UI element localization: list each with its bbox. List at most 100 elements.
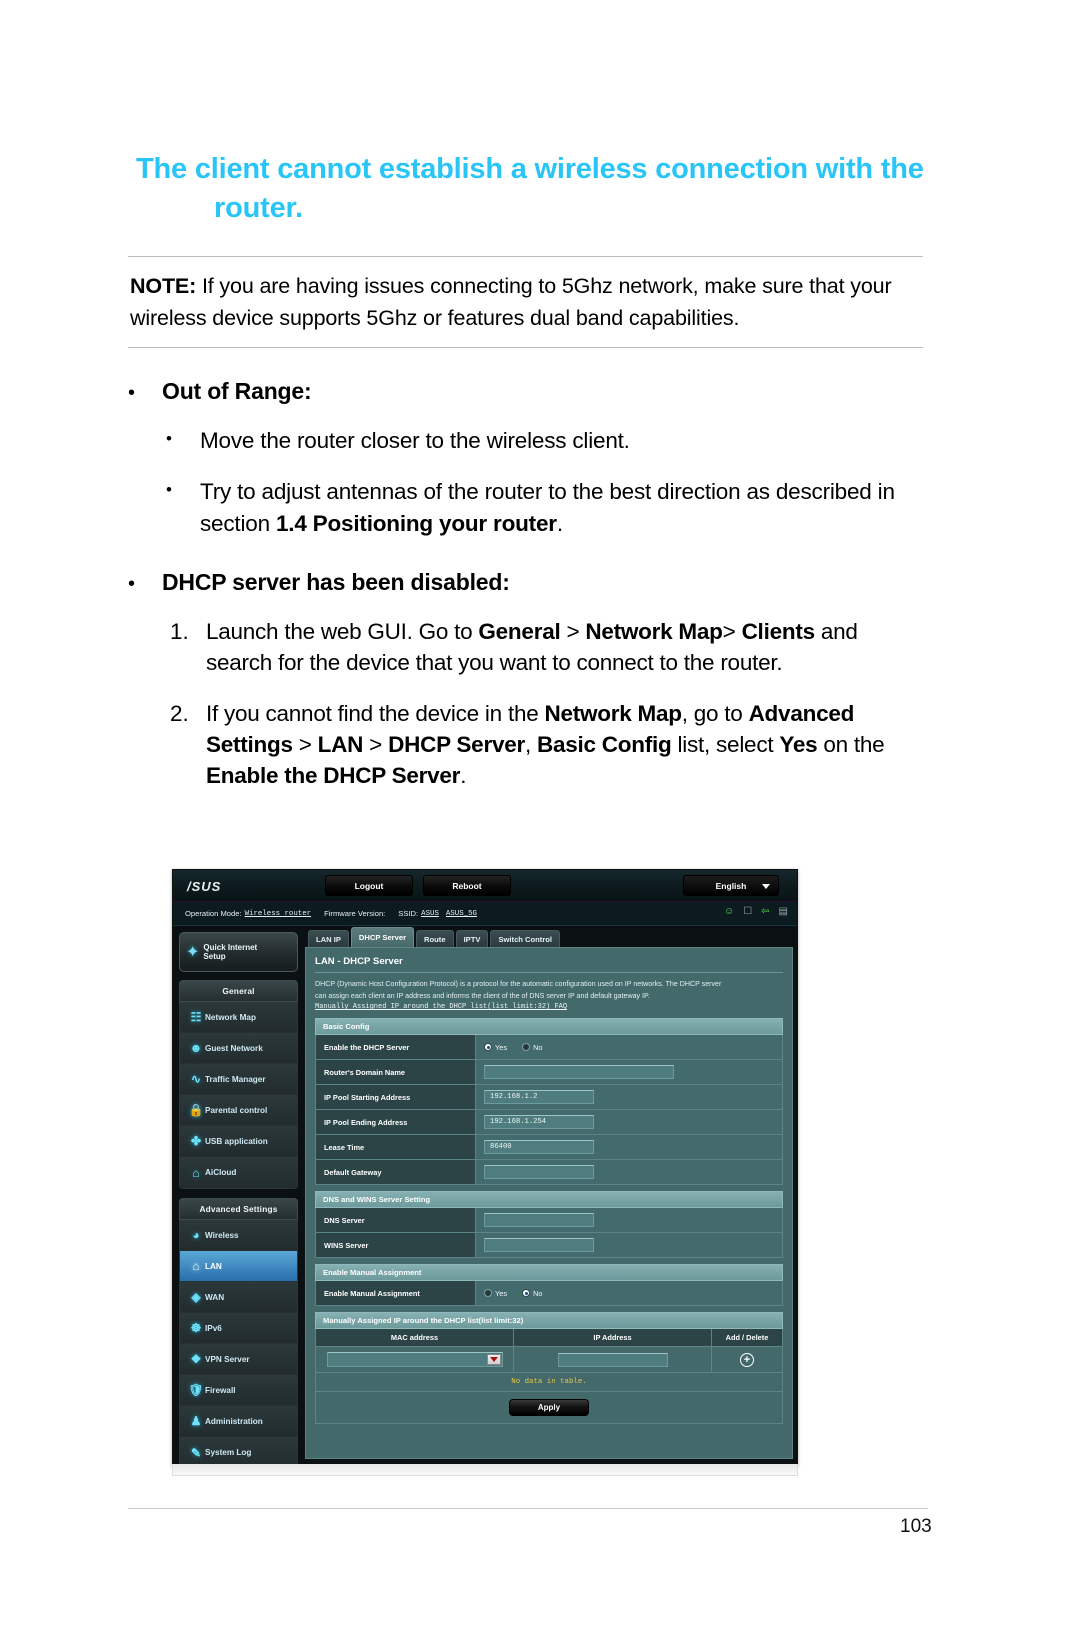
bullet-out-of-range-label: Out of Range: — [162, 377, 312, 404]
column-header-add-delete: Add / Delete — [725, 1333, 769, 1343]
chevron-down-icon[interactable] — [486, 1354, 501, 1366]
apply-button[interactable]: Apply — [509, 1399, 589, 1417]
divider-bottom — [128, 346, 923, 348]
ip-address-input[interactable] — [557, 1352, 668, 1367]
routers-domain-name-input[interactable] — [484, 1065, 674, 1080]
field-value: Yes No — [476, 1281, 782, 1306]
sidebar-item-system-log[interactable]: ✎ System Log — [180, 1437, 297, 1465]
sidebar-item-vpn-server[interactable]: ❖ VPN Server — [180, 1344, 297, 1375]
tab-iptv[interactable]: IPTV — [455, 930, 489, 947]
numbered-step-2: 2. If you cannot find the device in the … — [128, 698, 928, 791]
sidebar-item-label: Parental control — [205, 1105, 268, 1115]
traffic-manager-icon: ∿ — [190, 1072, 202, 1086]
column-header-ip-address: IP Address — [514, 1329, 712, 1347]
sidebar-item-usb-application[interactable]: ✤ USB application — [180, 1126, 297, 1157]
sidebar-item-label: Network Map — [205, 1012, 256, 1022]
ip-pool-starting-address-input[interactable]: 192.168.1.2 — [484, 1090, 594, 1105]
sidebar-item-lan[interactable]: ⌂ LAN — [180, 1251, 297, 1282]
sidebar-item-guest-network[interactable]: ☻ Guest Network — [180, 1033, 297, 1064]
radio-label: Yes — [495, 1042, 508, 1052]
lease-time-input[interactable]: 86400 — [484, 1140, 594, 1155]
magic-wand-icon: ✦ — [186, 944, 200, 961]
sidebar-item-wireless[interactable]: ◕ Wireless — [180, 1220, 297, 1251]
mac-address-cell — [316, 1347, 514, 1373]
tab-lan-ip[interactable]: LAN IP — [308, 930, 349, 947]
add-delete-cell: + — [712, 1347, 782, 1372]
operation-mode-value[interactable]: Wireless router — [245, 910, 312, 918]
radio-dot-icon — [484, 1289, 492, 1298]
radio-manual-assignment-yes[interactable]: Yes — [484, 1289, 507, 1298]
tab-route[interactable]: Route — [416, 930, 454, 947]
radio-enable-dhcp-yes[interactable]: Yes — [484, 1043, 507, 1052]
note-block: NOTE: If you are having issues connectin… — [130, 271, 900, 335]
radio-label: No — [533, 1288, 543, 1298]
panel-title: LAN - DHCP Server — [315, 956, 403, 967]
aicloud-icon: ⌂ — [192, 1165, 200, 1180]
field-label: IP Pool Starting Address — [316, 1085, 476, 1110]
sidebar-item-label: IPv6 — [205, 1323, 222, 1333]
radio-enable-dhcp-no[interactable]: No — [522, 1043, 543, 1052]
field-label: Router's Domain Name — [316, 1060, 476, 1085]
router-topbar: /SUS Logout Reboot English — [173, 870, 797, 902]
sub-bullet-move-router-text: Move the router closer to the wireless c… — [200, 427, 630, 453]
parental-control-icon: 🔒 — [188, 1103, 204, 1117]
sidebar-item-firewall[interactable]: 🛡 Firewall — [180, 1375, 297, 1406]
sub-bullet-marker-icon: • — [166, 480, 172, 500]
dns-server-input[interactable] — [484, 1213, 594, 1228]
sidebar-item-traffic-manager[interactable]: ∿ Traffic Manager — [180, 1064, 297, 1095]
quick-internet-setup-button[interactable]: ✦ Quick Internet Setup — [179, 932, 298, 972]
radio-label: Yes — [495, 1288, 508, 1298]
reboot-button[interactable]: Reboot — [423, 875, 511, 896]
dhcp-faq-link[interactable]: Manually Assigned IP around the DHCP lis… — [315, 1003, 783, 1011]
ssid-24ghz[interactable]: ASUS — [421, 910, 439, 918]
wan-icon: ◈ — [191, 1290, 201, 1304]
field-value: Yes No — [476, 1035, 782, 1060]
sidebar-item-label: USB application — [205, 1136, 268, 1146]
footer-divider — [128, 1508, 928, 1509]
sidebar-item-label: WAN — [205, 1292, 225, 1302]
mac-address-select[interactable] — [326, 1352, 503, 1368]
field-value — [476, 1233, 782, 1258]
field-ip-pool-starting-address: IP Pool Starting Address 192.168.1.2 — [316, 1085, 782, 1111]
printer-icon[interactable]: ▤ — [779, 907, 788, 917]
ssid-5ghz[interactable]: ASUS_5G — [446, 910, 477, 918]
sub-bullet-move-router: • Move the router closer to the wireless… — [128, 425, 928, 457]
sidebar-item-aicloud[interactable]: ⌂ AiCloud — [180, 1157, 297, 1188]
field-label: DNS Server — [316, 1208, 476, 1233]
sidebar-item-label: AiCloud — [205, 1168, 237, 1177]
assigned-ip-list-table: MAC address IP Address Add / Delete + No… — [315, 1329, 783, 1425]
tab-switch-control[interactable]: Switch Control — [490, 930, 561, 947]
sidebar-item-parental-control[interactable]: 🔒 Parental control — [180, 1095, 297, 1126]
copy-icon[interactable]: ☐ — [743, 907, 752, 917]
field-value — [476, 1208, 782, 1233]
language-label: English — [715, 880, 747, 891]
logout-button[interactable]: Logout — [325, 875, 413, 896]
chevron-down-icon — [762, 884, 770, 889]
sidebar-item-administration[interactable]: ♟ Administration — [180, 1406, 297, 1437]
guest-network-icon: ☻ — [189, 1041, 203, 1055]
language-selector[interactable]: English — [683, 875, 779, 896]
field-wins-server: WINS Server — [316, 1233, 782, 1258]
tab-dhcp-server[interactable]: DHCP Server — [350, 927, 415, 947]
operation-mode-label: Operation Mode: — [185, 909, 242, 918]
divider-top — [128, 256, 923, 258]
user-icon[interactable]: ☺ — [724, 907, 734, 917]
add-icon[interactable]: + — [740, 1352, 754, 1367]
field-value: 192.168.1.254 — [476, 1110, 782, 1135]
sidebar-item-ipv6[interactable]: ☸ IPv6 — [180, 1313, 297, 1344]
sidebar-group-general: ☷ Network Map ☻ Guest Network ∿ Traffic … — [179, 1002, 298, 1189]
step-2-number: 2. — [170, 701, 189, 727]
usb-icon[interactable]: ⇦ — [761, 907, 769, 917]
bullet-dhcp-disabled: • DHCP server has been disabled: — [128, 569, 928, 596]
sidebar-item-network-map[interactable]: ☷ Network Map — [180, 1002, 297, 1033]
default-gateway-input[interactable] — [484, 1165, 594, 1180]
sidebar-item-label: VPN Server — [205, 1354, 250, 1364]
radio-manual-assignment-no[interactable]: No — [522, 1288, 543, 1298]
ip-pool-ending-address-input[interactable]: 192.168.1.254 — [484, 1115, 594, 1130]
table-header-row: MAC address IP Address Add / Delete — [316, 1329, 782, 1348]
wins-server-input[interactable] — [484, 1238, 594, 1253]
document-page: The client cannot establish a wireless c… — [0, 0, 1080, 1627]
sidebar-item-wan[interactable]: ◈ WAN — [180, 1282, 297, 1313]
field-value — [476, 1060, 782, 1085]
step-2-text: If you cannot find the device in the Net… — [206, 701, 885, 789]
